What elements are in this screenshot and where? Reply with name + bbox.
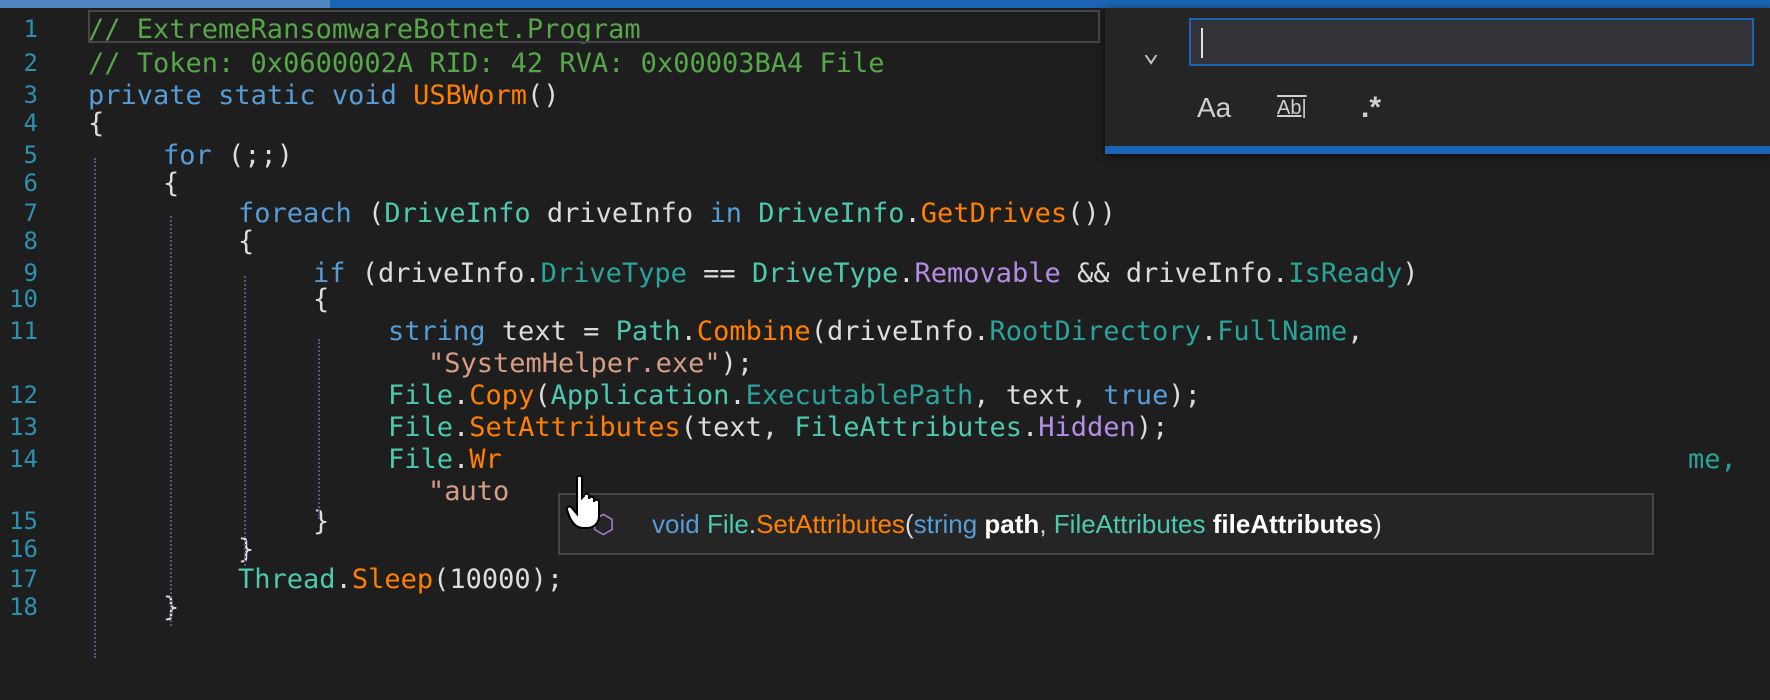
code-text: File.Copy(Application.ExecutablePath, te… xyxy=(388,379,1201,412)
code-token: RootDirectory xyxy=(989,316,1201,347)
code-token: ExecutablePath xyxy=(745,380,974,411)
code-text: "auto xyxy=(428,475,509,508)
code-token: . xyxy=(453,444,470,475)
code-token: true xyxy=(1103,380,1169,411)
regex-toggle[interactable]: .* xyxy=(1361,88,1381,128)
line-number: 11 xyxy=(9,317,38,345)
code-line[interactable]: 18} xyxy=(0,591,1770,624)
line-number: 12 xyxy=(9,381,38,409)
code-line[interactable]: 14 File.Wr xyxy=(0,443,1770,476)
code-token: File xyxy=(388,412,454,443)
code-token: Path xyxy=(615,316,681,347)
match-whole-word-toggle[interactable]: Ab| xyxy=(1277,88,1307,128)
code-text: "SystemHelper.exe"); xyxy=(428,347,753,380)
code-token: , text, xyxy=(973,380,1104,411)
code-token: { xyxy=(88,108,105,139)
code-text: File.Wr xyxy=(388,443,502,476)
code-token: Hidden xyxy=(1038,412,1136,443)
line-number: 18 xyxy=(9,593,38,621)
text-caret xyxy=(1201,28,1203,58)
find-input[interactable] xyxy=(1189,18,1754,66)
code-token: Application xyxy=(550,380,730,411)
code-token: (text, xyxy=(680,412,795,443)
indent-guide xyxy=(318,339,320,519)
line-number: 8 xyxy=(23,227,38,255)
code-text: string text = Path.Combine(driveInfo.Roo… xyxy=(388,315,1363,348)
code-token: "SystemHelper.exe" xyxy=(428,348,721,379)
line-number: 2 xyxy=(23,49,38,77)
line-number: 10 xyxy=(9,285,38,313)
top-accent-bar xyxy=(0,0,1770,8)
code-token: . xyxy=(1022,412,1039,443)
code-token: Combine xyxy=(696,316,811,347)
code-text: { xyxy=(163,167,179,200)
code-token: . xyxy=(453,412,470,443)
code-token: "auto xyxy=(428,476,510,507)
code-token: } xyxy=(238,534,255,565)
code-text: { xyxy=(238,225,254,258)
code-token: FileAttributes xyxy=(794,412,1022,443)
code-token: Copy xyxy=(469,380,535,411)
code-token: (driveInfo. xyxy=(810,316,990,347)
code-text: } xyxy=(238,533,254,566)
code-line[interactable]: 10 { xyxy=(0,283,1770,316)
code-token: me, xyxy=(1688,444,1737,475)
indent-guide xyxy=(170,216,172,626)
code-text: File.SetAttributes(text, FileAttributes.… xyxy=(388,411,1168,444)
match-case-toggle[interactable]: Aa xyxy=(1197,88,1231,128)
indent-guide xyxy=(244,276,246,566)
code-token: . xyxy=(1200,316,1218,347)
find-widget: ⌄ Aa Ab| .* xyxy=(1105,8,1770,154)
code-token: Wr xyxy=(469,444,502,475)
code-token: . xyxy=(729,380,746,411)
method-signature: void File.SetAttributes(string path, Fil… xyxy=(652,509,1382,539)
code-text: { xyxy=(313,283,329,316)
code-token: . xyxy=(680,316,697,347)
code-token: { xyxy=(238,226,255,257)
quick-info-tooltip: ⬡ void File.SetAttributes(string path, F… xyxy=(558,493,1654,555)
line-number: 13 xyxy=(9,413,38,441)
code-token: ); xyxy=(1168,380,1201,411)
code-token: , xyxy=(1347,316,1364,347)
code-line[interactable]: 11 string text = Path.Combine(driveInfo.R… xyxy=(0,315,1770,348)
code-token: ); xyxy=(720,348,754,379)
code-token: ); xyxy=(1135,412,1169,443)
code-token: SetAttributes xyxy=(469,412,681,443)
chevron-down-icon[interactable]: ⌄ xyxy=(1131,32,1171,72)
code-line[interactable]: 13 File.SetAttributes(text, FileAttribute… xyxy=(0,411,1770,444)
code-line[interactable]: 12 File.Copy(Application.ExecutablePath, … xyxy=(0,379,1770,412)
code-text: { xyxy=(88,107,104,140)
code-text: // Token: 0x0600002A RID: 42 RVA: 0x0000… xyxy=(88,47,901,80)
code-line[interactable]: 8{ xyxy=(0,225,1770,258)
code-token: File xyxy=(388,444,454,475)
line-overflow-text: me, xyxy=(1688,443,1737,476)
code-token: { xyxy=(313,284,330,315)
code-token: File xyxy=(388,380,454,411)
code-token: string xyxy=(388,316,486,347)
code-token: text = xyxy=(485,316,616,347)
line-number: 14 xyxy=(9,445,38,473)
code-token: // Token: 0x0600002A RID: 42 RVA: 0x0000… xyxy=(88,48,901,79)
code-line[interactable]: 6{ xyxy=(0,167,1770,200)
line-number: 16 xyxy=(9,535,38,563)
indent-guide xyxy=(94,158,96,658)
line-number: 6 xyxy=(23,169,38,197)
code-token: FullName xyxy=(1217,316,1348,347)
hand-pointer-cursor-icon xyxy=(565,474,600,529)
current-line-highlight xyxy=(88,10,1100,43)
line-number: 4 xyxy=(23,109,38,137)
code-token: . xyxy=(453,380,470,411)
code-token: ( xyxy=(534,380,551,411)
code-line[interactable]: "SystemHelper.exe"); xyxy=(0,347,1770,380)
code-token: { xyxy=(163,168,180,199)
line-number: 1 xyxy=(23,15,38,43)
